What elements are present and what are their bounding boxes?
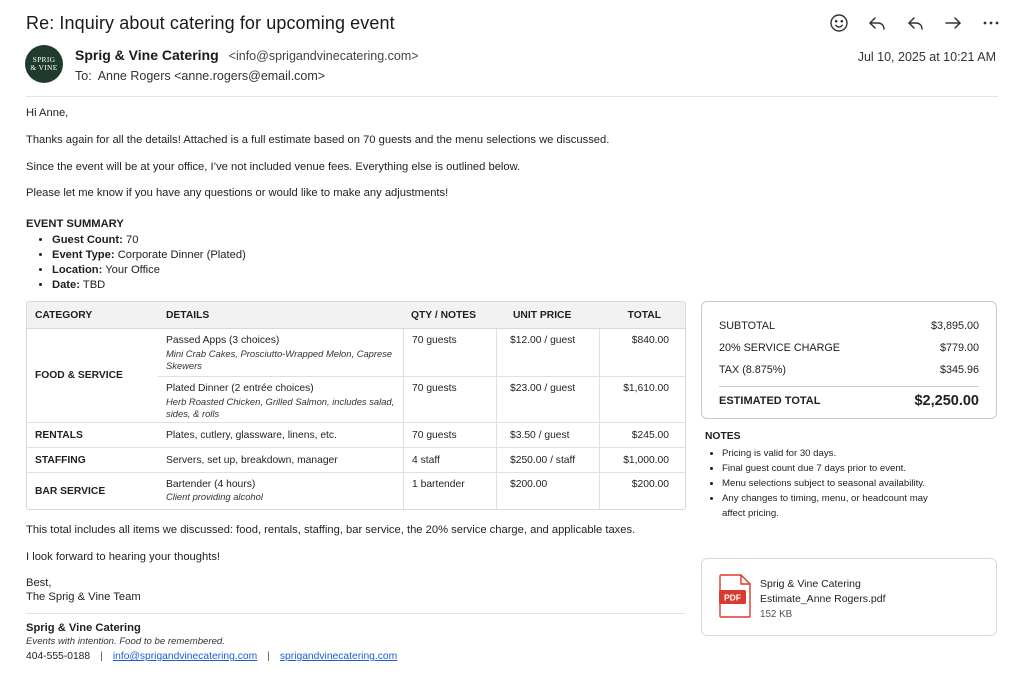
closing-paragraph-1: This total includes all items we discuss… (26, 524, 636, 536)
row-total: $245.00 (599, 422, 685, 448)
totals-summary-box: SUBTOTAL $3,895.00 20% SERVICE CHARGE $779… (701, 301, 997, 419)
pdf-file-icon: PDF (719, 574, 751, 618)
summary-item: Date: TBD (52, 278, 246, 293)
forward-icon[interactable] (942, 12, 964, 34)
avatar-text-line2: & VINE (30, 63, 58, 72)
row-qty: 70 guests (403, 422, 496, 448)
row-unit-price: $250.00 / staff (496, 447, 599, 473)
event-summary-title: EVENT SUMMARY (26, 218, 124, 230)
note-item: Menu selections subject to seasonal avai… (722, 476, 972, 491)
attachment-filename: Estimate_Anne Rogers.pdf (760, 593, 886, 605)
reply-all-icon[interactable] (904, 12, 926, 34)
summary-item: Guest Count: 70 (52, 233, 246, 248)
row-qty: 70 guests (403, 376, 496, 422)
estimate-table: CATEGORY DETAILS QTY / NOTES UNIT PRICE … (26, 301, 686, 510)
row-unit-price: $200.00 (496, 473, 599, 509)
smiley-icon[interactable] (828, 12, 850, 34)
row-qty: 1 bartender (403, 473, 496, 509)
table-subrow: Passed Apps (3 choices) Mini Crab Cakes,… (158, 329, 685, 376)
service-charge-line: 20% SERVICE CHARGE $779.00 (719, 342, 979, 354)
pdf-icon-label: PDF (724, 593, 741, 603)
row-category: STAFFING (35, 454, 86, 466)
row-total: $1,610.00 (599, 376, 685, 422)
header-category: CATEGORY (35, 309, 93, 321)
signature-divider (26, 613, 685, 614)
estimated-total-line: ESTIMATED TOTAL $2,250.00 (719, 386, 979, 409)
closing-paragraph-2: I look forward to hearing your thoughts! (26, 551, 221, 563)
body-paragraph-3: Please let me know if you have any quest… (26, 187, 449, 199)
row-unit-price: $3.50 / guest (496, 422, 599, 448)
row-total: $200.00 (599, 473, 685, 509)
row-unit-price: $23.00 / guest (496, 376, 599, 422)
note-item: Pricing is valid for 30 days. (722, 446, 972, 461)
reply-icon[interactable] (866, 12, 888, 34)
sender-email[interactable]: <info@sprigandvinecatering.com> (229, 49, 419, 63)
summary-item: Location: Your Office (52, 263, 246, 278)
email-subject: Re: Inquiry about catering for upcoming … (26, 13, 395, 33)
header-divider (26, 96, 998, 97)
signoff: Best, (26, 577, 52, 589)
to-label: To: (75, 69, 92, 83)
table-row: RENTALS Plates, cutlery, glassware, line… (27, 422, 685, 448)
row-total: $840.00 (599, 329, 685, 376)
sender-line: Sprig & Vine Catering <info@sprigandvine… (75, 47, 419, 63)
signature-website-link[interactable]: sprigandvinecatering.com (280, 651, 397, 662)
row-qty: 4 staff (403, 447, 496, 473)
attachment-size: 152 KB (760, 609, 793, 620)
header-details: DETAILS (166, 309, 210, 321)
row-details: Passed Apps (3 choices) Mini Crab Cakes,… (166, 335, 393, 371)
recipient-line: To: Anne Rogers <anne.rogers@email.com> (75, 69, 325, 83)
row-qty: 70 guests (403, 329, 496, 376)
sender-name[interactable]: Sprig & Vine Catering (75, 47, 219, 63)
row-unit-price: $12.00 / guest (496, 329, 599, 376)
signature-tagline: Events with intention. Food to be rememb… (26, 636, 225, 647)
separator: | (267, 651, 270, 662)
team-name: The Sprig & Vine Team (26, 591, 141, 603)
body-paragraph-2: Since the event will be at your office, … (26, 161, 521, 173)
row-category: BAR SERVICE (35, 485, 106, 497)
table-header: CATEGORY DETAILS QTY / NOTES UNIT PRICE … (27, 302, 685, 329)
notes-list: Pricing is valid for 30 days. Final gues… (722, 446, 972, 521)
attachment-info: Sprig & Vine Catering Estimate_Anne Roge… (760, 577, 886, 622)
subtotal-line: SUBTOTAL $3,895.00 (719, 320, 979, 332)
notes-title: NOTES (705, 431, 741, 442)
signature-email-link[interactable]: info@sprigandvinecatering.com (113, 651, 257, 662)
email-date: Jul 10, 2025 at 10:21 AM (857, 50, 996, 64)
recipient[interactable]: Anne Rogers <anne.rogers@email.com> (98, 69, 325, 83)
email-toolbar (828, 12, 1002, 34)
tax-line: TAX (8.875%) $345.96 (719, 364, 979, 376)
table-row: STAFFING Servers, set up, breakdown, man… (27, 447, 685, 473)
row-total: $1,000.00 (599, 447, 685, 473)
event-summary-list: Guest Count: 70 Event Type: Corporate Di… (52, 233, 246, 293)
header-total: TOTAL (627, 309, 661, 321)
attachment-company: Sprig & Vine Catering (760, 578, 861, 590)
signature-contact: 404-555-0188 | info@sprigandvinecatering… (26, 651, 397, 662)
note-item: Any changes to timing, menu, or headcoun… (722, 491, 937, 521)
signature-name: Sprig & Vine Catering (26, 622, 141, 634)
row-details: Servers, set up, breakdown, manager (166, 454, 338, 466)
summary-item: Event Type: Corporate Dinner (Plated) (52, 248, 246, 263)
row-category: FOOD & SERVICE (35, 370, 123, 381)
sender-avatar: SPRIG & VINE (25, 45, 63, 83)
note-item: Final guest count due 7 days prior to ev… (722, 461, 972, 476)
signature-phone: 404-555-0188 (26, 651, 91, 662)
food-subrows: Passed Apps (3 choices) Mini Crab Cakes,… (158, 329, 685, 422)
header-qty: QTY / NOTES (411, 309, 477, 321)
body-paragraph-1: Thanks again for all the details! Attach… (26, 134, 610, 146)
row-details: Plated Dinner (2 entrée choices) Herb Ro… (166, 382, 395, 419)
pdf-attachment[interactable]: PDF Sprig & Vine Catering Estimate_Anne … (701, 558, 997, 636)
row-details: Plates, cutlery, glassware, linens, etc. (166, 429, 337, 441)
table-row: BAR SERVICE Bartender (4 hours) Client p… (27, 473, 685, 509)
row-details: Bartender (4 hours) Client providing alc… (166, 479, 263, 502)
table-row: FOOD & SERVICE Passed Apps (3 choices) M… (27, 329, 685, 423)
separator: | (100, 651, 103, 662)
greeting: Hi Anne, (26, 107, 69, 119)
more-icon[interactable] (980, 12, 1002, 34)
table-subrow: Plated Dinner (2 entrée choices) Herb Ro… (158, 375, 685, 422)
header-unit-price: UNIT PRICE (513, 309, 572, 321)
row-category: RENTALS (35, 429, 83, 441)
